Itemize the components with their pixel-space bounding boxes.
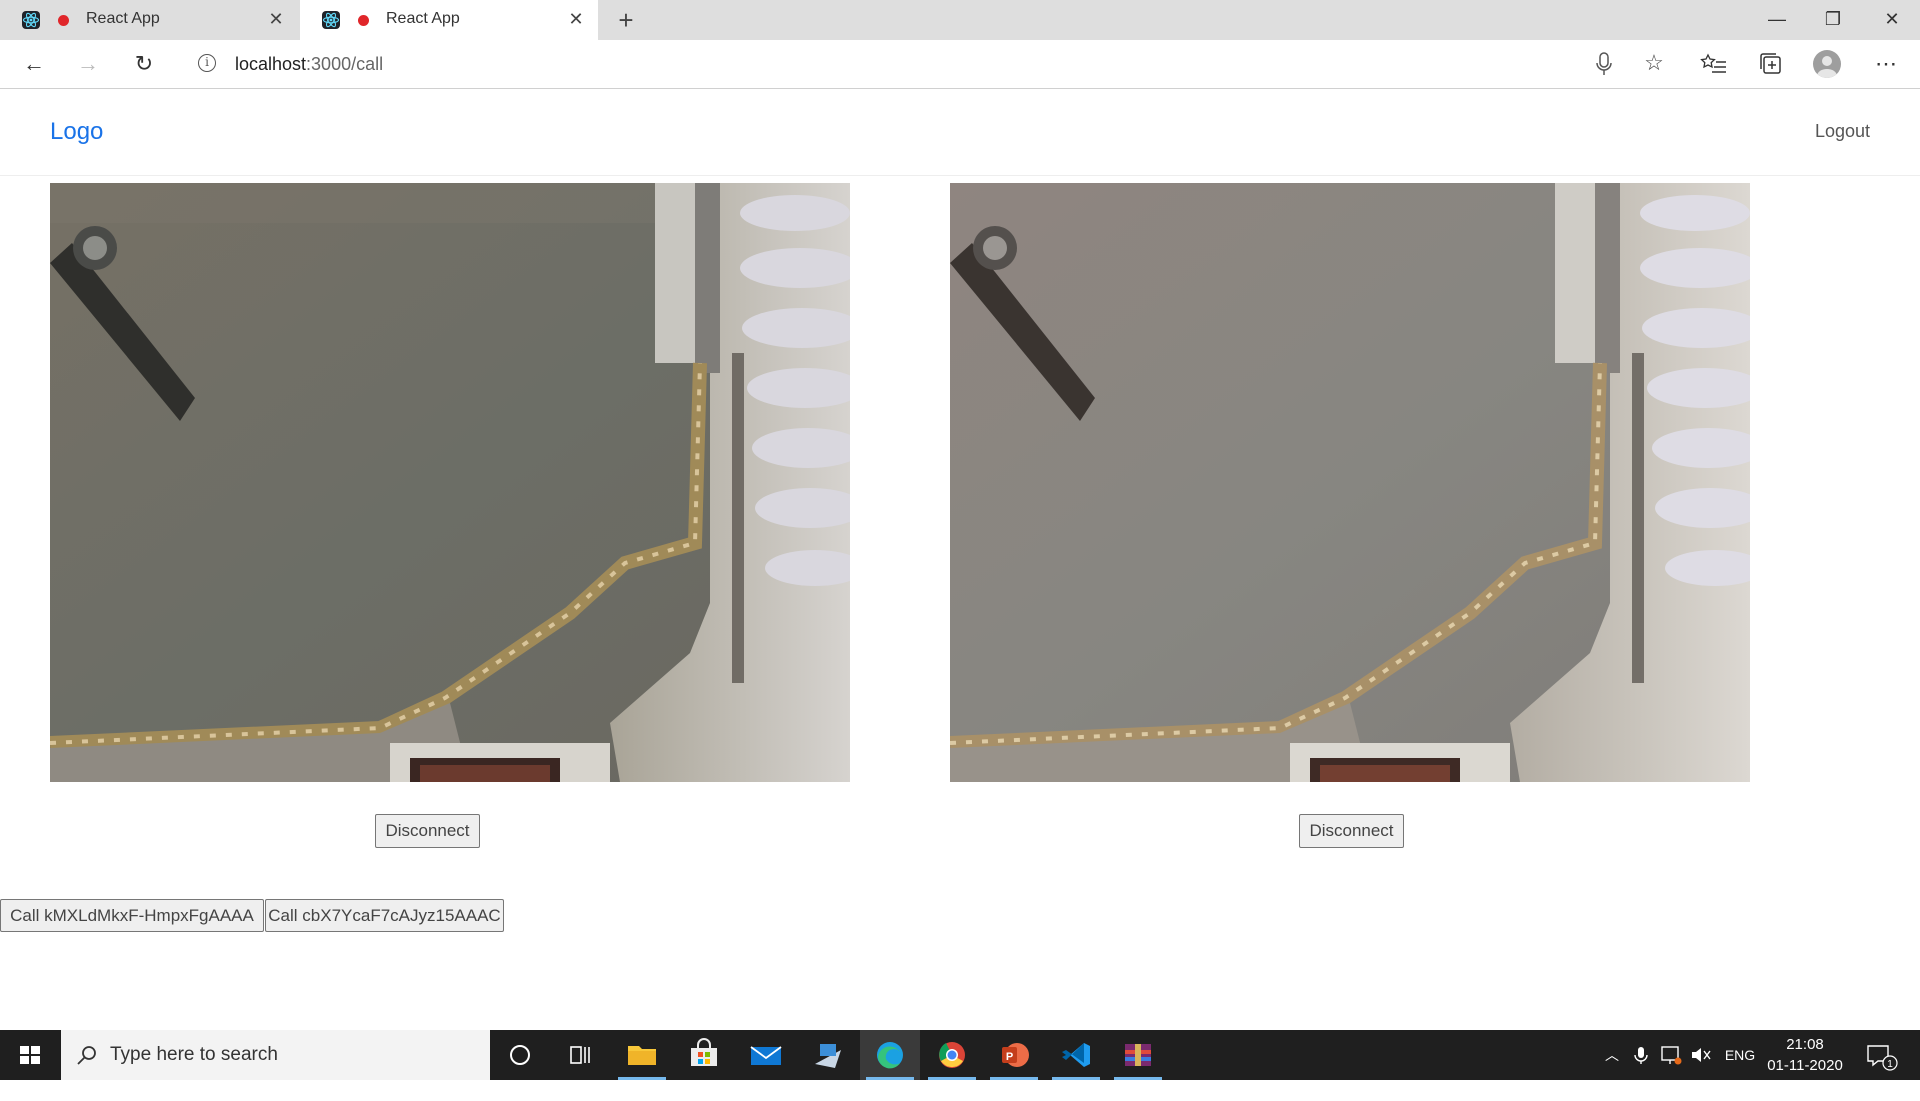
microphone-icon[interactable] bbox=[1592, 50, 1616, 78]
search-placeholder: Type here to search bbox=[110, 1044, 278, 1065]
logout-link[interactable]: Logout bbox=[1815, 121, 1870, 142]
recording-dot-icon bbox=[358, 15, 369, 26]
site-info-icon[interactable]: i bbox=[198, 54, 216, 72]
edge-icon[interactable] bbox=[860, 1030, 920, 1080]
browser-toolbar: ← → ↻ i localhost:3000/call ☆ ⋯ bbox=[0, 40, 1920, 89]
disconnect-local-button[interactable]: Disconnect bbox=[375, 814, 480, 848]
close-window-icon[interactable]: ✕ bbox=[1864, 0, 1920, 40]
vscode-icon[interactable] bbox=[1046, 1030, 1106, 1080]
winrar-icon[interactable] bbox=[1108, 1030, 1168, 1080]
language-indicator[interactable]: ENG bbox=[1720, 1030, 1760, 1080]
windows-taskbar: Type here to search P ︿ ENG 21:08 01-11-… bbox=[0, 1030, 1920, 1080]
restore-icon[interactable]: ❐ bbox=[1805, 0, 1861, 40]
remote-desktop-icon[interactable] bbox=[798, 1030, 858, 1080]
new-tab-icon[interactable]: + bbox=[612, 6, 640, 34]
browser-tab-2[interactable]: React App ✕ bbox=[300, 0, 598, 40]
react-favicon-icon bbox=[322, 11, 340, 29]
file-explorer-icon[interactable] bbox=[612, 1030, 672, 1080]
call-user-button[interactable]: Call kMXLdMkxF-HmpxFgAAAA bbox=[0, 899, 264, 932]
mail-icon[interactable] bbox=[736, 1030, 796, 1080]
show-hidden-icons-icon[interactable]: ︿ bbox=[1600, 1030, 1624, 1080]
browser-tab-1[interactable]: React App ✕ bbox=[0, 0, 298, 40]
url-text: localhost:3000/call bbox=[235, 54, 384, 74]
system-clock[interactable]: 21:08 01-11-2020 bbox=[1765, 1034, 1845, 1076]
react-favicon-icon bbox=[22, 11, 40, 29]
favorite-star-icon[interactable]: ☆ bbox=[1640, 49, 1668, 77]
windows-start-icon[interactable] bbox=[0, 1030, 60, 1080]
reload-icon[interactable]: ↻ bbox=[128, 48, 160, 80]
task-view-icon[interactable] bbox=[550, 1030, 610, 1080]
close-tab-icon[interactable]: ✕ bbox=[266, 9, 286, 29]
chrome-icon[interactable] bbox=[922, 1030, 982, 1080]
recording-dot-icon bbox=[58, 15, 69, 26]
logo-link[interactable]: Logo bbox=[50, 118, 103, 146]
volume-muted-icon[interactable] bbox=[1688, 1030, 1714, 1080]
microsoft-store-icon[interactable] bbox=[674, 1030, 734, 1080]
favorites-list-icon[interactable] bbox=[1700, 50, 1728, 78]
minimize-icon[interactable]: — bbox=[1749, 0, 1805, 40]
app-header bbox=[0, 89, 1920, 176]
network-icon[interactable] bbox=[1658, 1030, 1684, 1080]
forward-icon[interactable]: → bbox=[72, 48, 104, 80]
tab-title: React App bbox=[386, 10, 460, 27]
search-icon bbox=[75, 1043, 99, 1067]
local-video bbox=[50, 183, 850, 782]
svg-text:P: P bbox=[1006, 1051, 1013, 1063]
more-options-icon[interactable]: ⋯ bbox=[1872, 50, 1900, 78]
profile-avatar-icon[interactable] bbox=[1813, 50, 1841, 78]
svg-text:1: 1 bbox=[1887, 1059, 1893, 1070]
clock-date: 01-11-2020 bbox=[1767, 1057, 1843, 1074]
call-user-button[interactable]: Call cbX7YcaF7cAJyz15AAAC bbox=[265, 899, 504, 932]
cortana-icon[interactable] bbox=[490, 1030, 550, 1080]
collections-icon[interactable] bbox=[1757, 50, 1785, 78]
taskbar-search-box[interactable]: Type here to search bbox=[61, 1030, 490, 1080]
tab-title: React App bbox=[86, 10, 160, 27]
microphone-tray-icon[interactable] bbox=[1630, 1030, 1652, 1080]
browser-tab-strip: React App ✕ React App ✕ + — ❐ ✕ bbox=[0, 0, 1920, 40]
remote-video bbox=[950, 183, 1750, 782]
close-tab-icon[interactable]: ✕ bbox=[566, 9, 586, 29]
notifications-icon[interactable]: 1 bbox=[1860, 1030, 1900, 1080]
disconnect-remote-button[interactable]: Disconnect bbox=[1299, 814, 1404, 848]
back-icon[interactable]: ← bbox=[18, 48, 50, 80]
powerpoint-icon[interactable]: P bbox=[984, 1030, 1044, 1080]
address-bar[interactable]: i localhost:3000/call ☆ bbox=[180, 45, 1680, 83]
clock-time: 21:08 bbox=[1786, 1036, 1824, 1053]
